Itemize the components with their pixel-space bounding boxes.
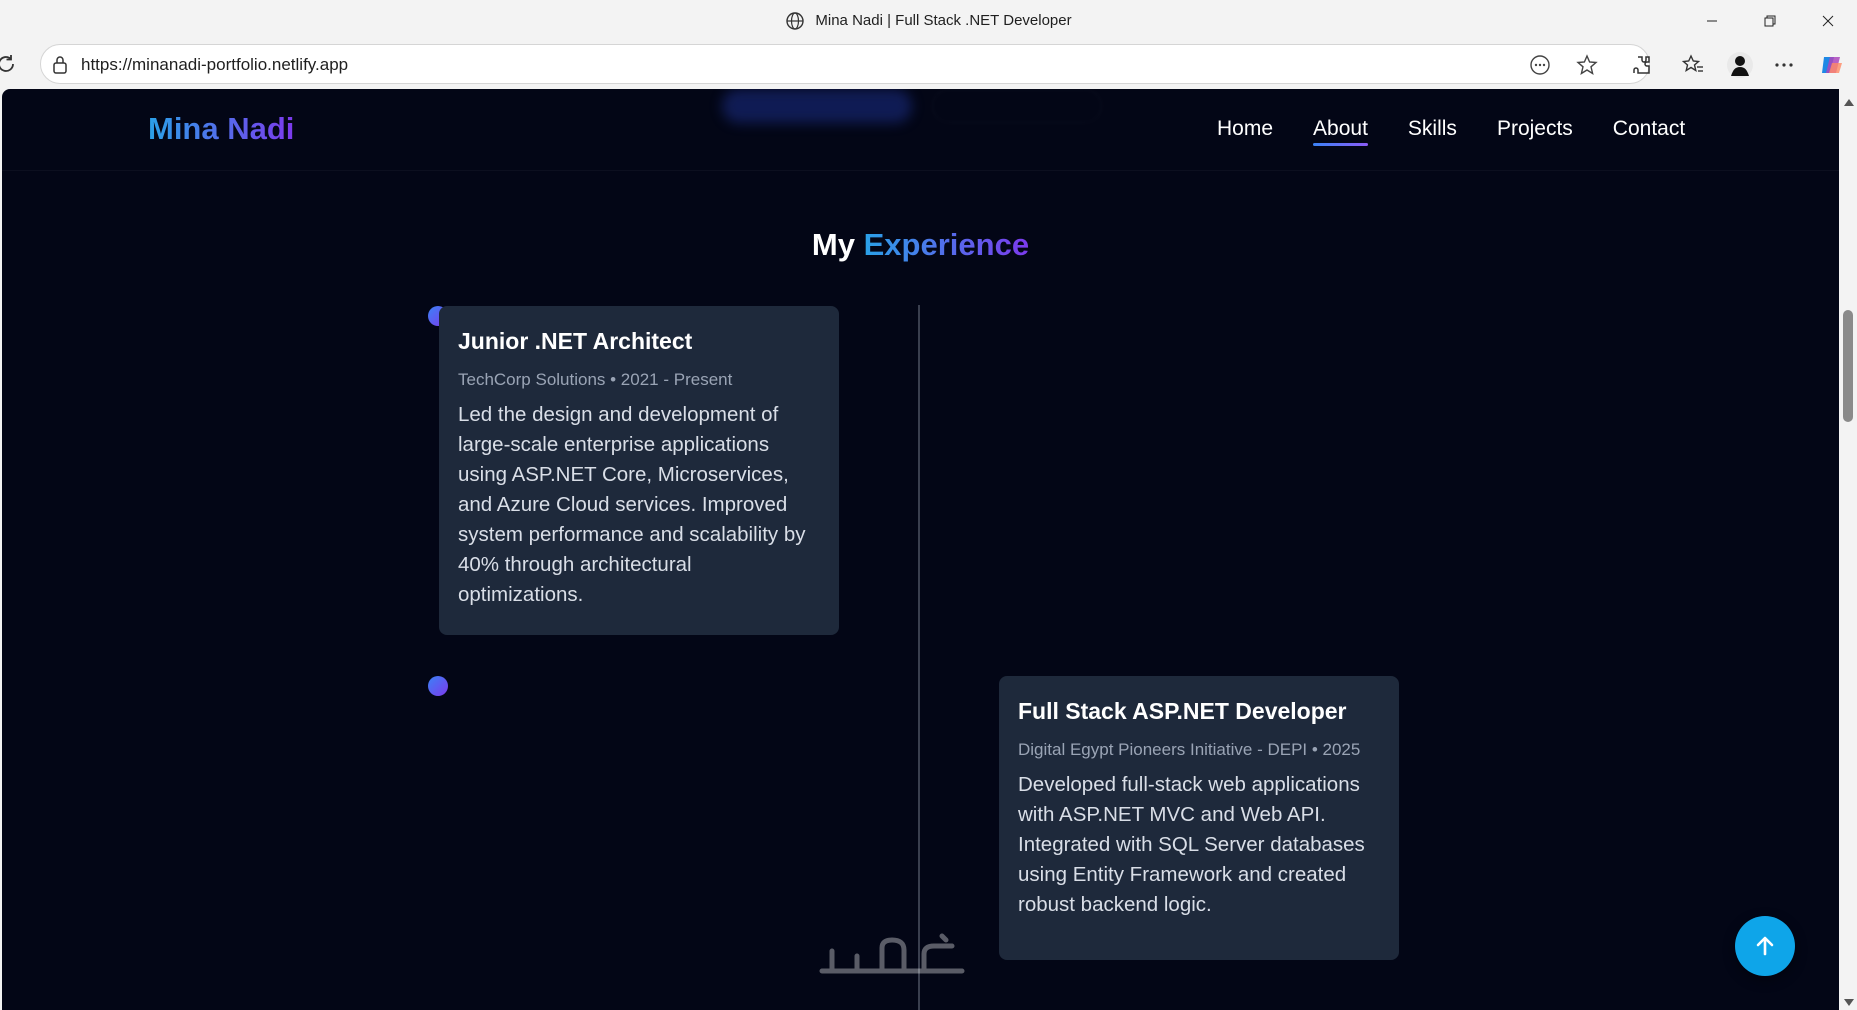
section-title-accent: Experience [863, 227, 1030, 262]
section-title-prefix: My [811, 227, 855, 262]
nav-link-skills[interactable]: Skills [1408, 117, 1457, 141]
timeline-dot [428, 676, 448, 696]
browser-title-bar: Mina Nadi | Full Stack .NET Developer [0, 0, 1857, 41]
nav-link-home[interactable]: Home [1217, 117, 1273, 141]
experience-role: Full Stack ASP.NET Developer [1018, 698, 1347, 724]
window-title: Mina Nadi | Full Stack .NET Developer [785, 11, 1072, 31]
more-options-icon[interactable] [1772, 53, 1796, 77]
site-navbar: Mina Nadi Home About Skills Projects Con… [2, 89, 1839, 171]
globe-icon [786, 11, 805, 30]
faded-hero-button [722, 89, 912, 123]
restore-button[interactable] [1741, 0, 1799, 41]
minimize-button[interactable] [1683, 0, 1741, 41]
favorites-icon[interactable] [1681, 53, 1705, 77]
watermark-logo [819, 933, 965, 974]
browser-toolbar: https://minanadi-portfolio.netlify.app [0, 41, 1857, 89]
scroll-down-arrow-icon[interactable] [1844, 999, 1854, 1006]
extensions-icon[interactable] [1630, 53, 1654, 77]
nav-link-projects[interactable]: Projects [1497, 117, 1573, 141]
experience-description: Led the design and development of large-… [458, 403, 806, 606]
scroll-to-top-button[interactable] [1735, 916, 1795, 976]
experience-section-title: My Experience [2, 227, 1839, 263]
favorite-star-icon[interactable] [1576, 54, 1598, 76]
nav-link-contact[interactable]: Contact [1613, 117, 1685, 141]
address-bar[interactable]: https://minanadi-portfolio.netlify.app [40, 44, 1650, 84]
nav-links: Home About Skills Projects Contact [1217, 117, 1685, 146]
reader-mode-icon[interactable] [1529, 54, 1551, 76]
lock-icon[interactable] [51, 55, 69, 75]
close-window-button[interactable] [1799, 0, 1857, 41]
page-viewport: Mina Nadi Home About Skills Projects Con… [2, 89, 1839, 1010]
nav-link-about[interactable]: About [1313, 117, 1368, 146]
scrollbar-thumb[interactable] [1843, 310, 1853, 422]
url-text[interactable]: https://minanadi-portfolio.netlify.app [81, 55, 348, 75]
scroll-up-arrow-icon[interactable] [1844, 99, 1854, 106]
arrow-up-icon [1756, 936, 1774, 956]
experience-role: Junior .NET Architect [458, 328, 693, 354]
restore-icon [1764, 15, 1776, 26]
close-icon [1822, 15, 1834, 26]
reload-icon[interactable] [0, 52, 18, 76]
experience-card: Junior .NET Architect TechCorp Solutions… [439, 306, 839, 635]
profile-avatar-icon[interactable] [1725, 50, 1755, 80]
page-scrollbar[interactable] [1839, 89, 1857, 1010]
faded-hero-button-outline [932, 89, 1102, 123]
experience-meta: TechCorp Solutions • 2021 - Present [458, 370, 733, 389]
minimize-icon [1707, 20, 1717, 21]
site-logo[interactable]: Mina Nadi [148, 111, 294, 147]
window-title-text: Mina Nadi | Full Stack .NET Developer [815, 12, 1072, 29]
timeline-line [918, 305, 920, 1010]
copilot-icon[interactable] [1818, 51, 1846, 79]
experience-card: Full Stack ASP.NET Developer Digital Egy… [999, 676, 1399, 960]
experience-description: Developed full-stack web applications wi… [1018, 773, 1365, 916]
experience-meta: Digital Egypt Pioneers Initiative - DEPI… [1018, 740, 1361, 759]
